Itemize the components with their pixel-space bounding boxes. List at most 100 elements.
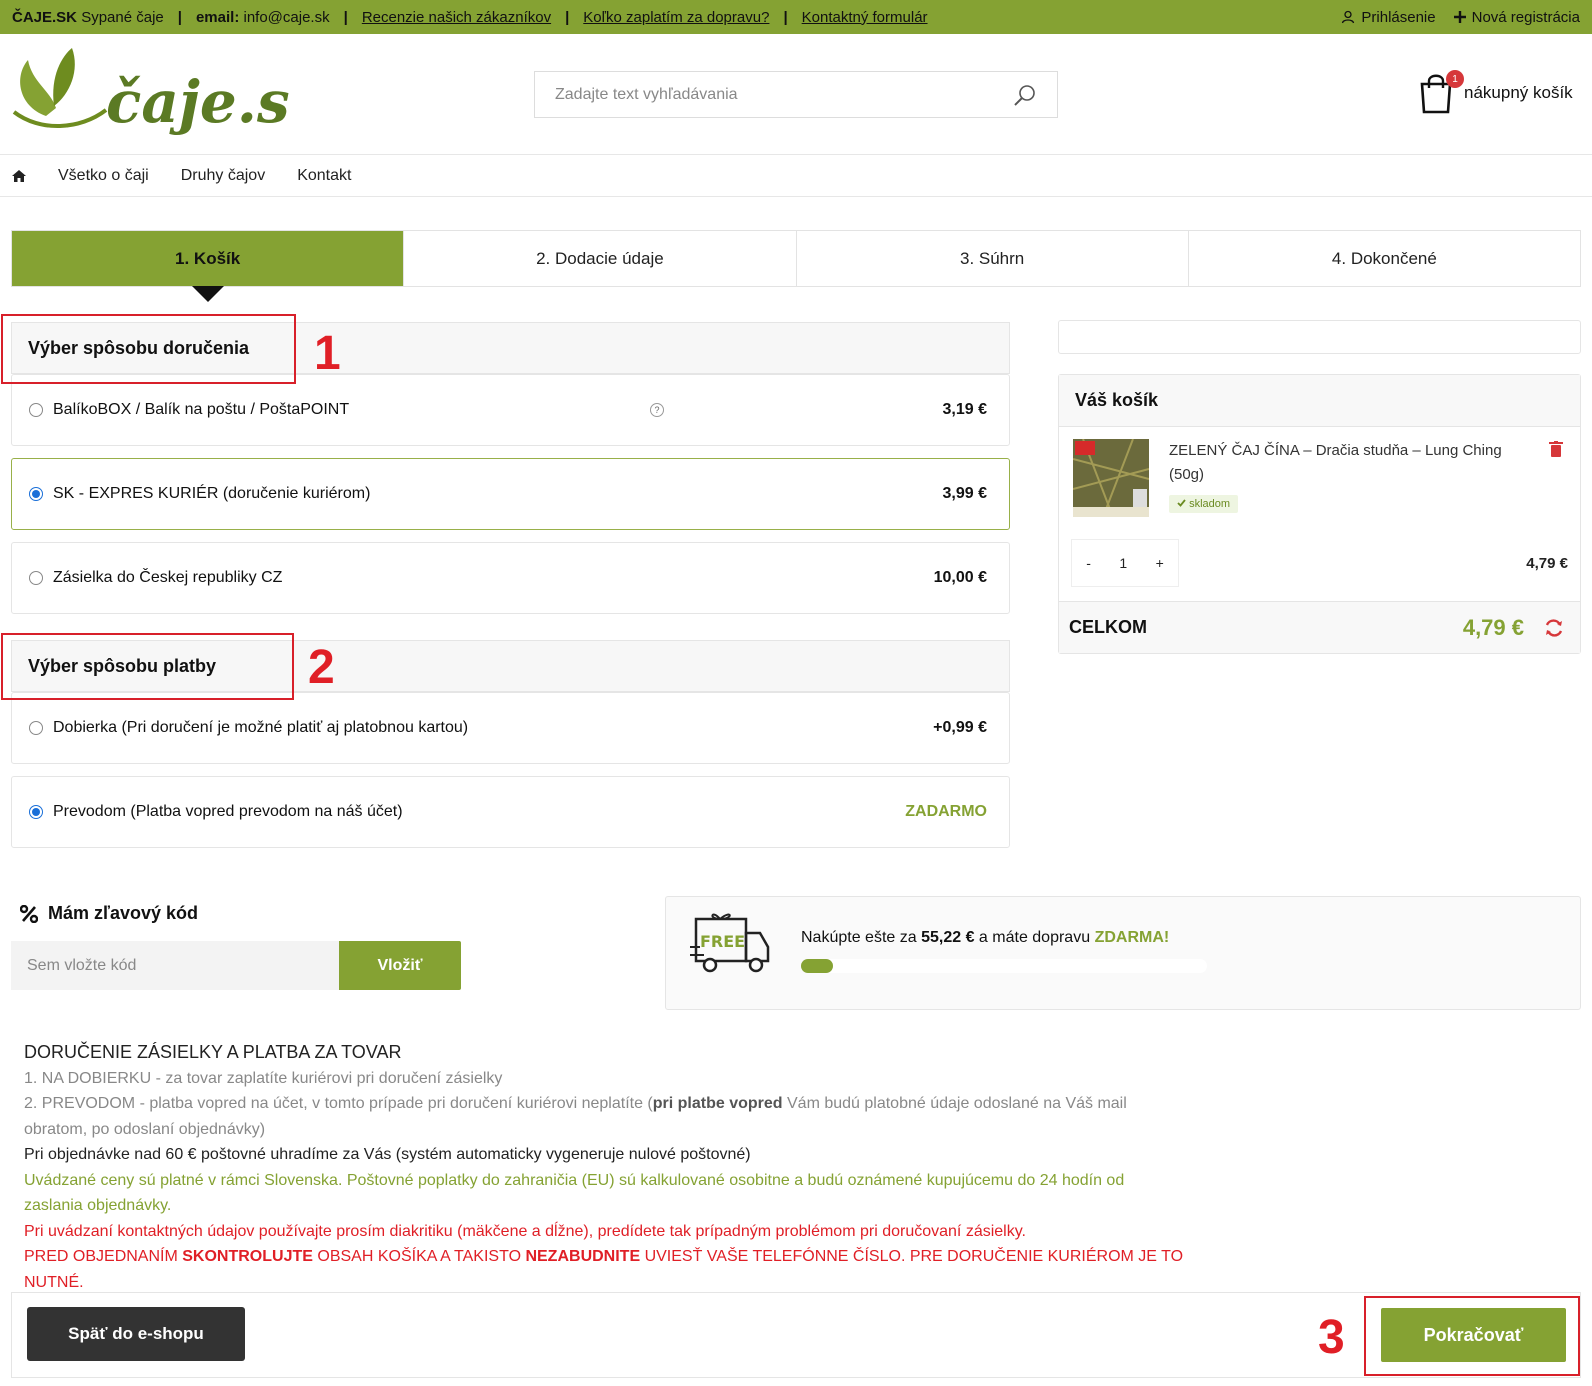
cart-label: nákupný košík: [1464, 83, 1573, 102]
quantity-value[interactable]: 1: [1119, 555, 1127, 571]
link-reviews[interactable]: Recenzie našich zákazníkov: [362, 9, 551, 26]
cart-summary: Váš košík ZELENÝ ČAJ ČÍNA – Dračia studň…: [1058, 374, 1581, 654]
search-icon[interactable]: [1013, 83, 1037, 107]
quantity-increase-button[interactable]: +: [1156, 555, 1164, 571]
free-shipping-box: FREE Nakúpte ešte za 55,22 € a máte dopr…: [665, 896, 1581, 1010]
delivery-option-label: Zásielka do Českej republiky CZ: [53, 569, 283, 586]
info-line-transfer: 2. PREVODOM - platba vopred na účet, v t…: [24, 1095, 1127, 1138]
product-name[interactable]: ZELENÝ ČAJ ČÍNA – Dračia studňa – Lung C…: [1169, 439, 1539, 487]
email-label: email:: [195, 8, 240, 26]
radio-czech[interactable]: [29, 571, 43, 585]
coupon-apply-button[interactable]: Vložiť: [339, 941, 461, 990]
brand-subtitle: Sypané čaje: [81, 8, 164, 26]
coupon-title: Mám zľavový kód: [20, 903, 198, 924]
step-cart[interactable]: 1. Košík: [12, 231, 405, 302]
delivery-option-label: BalíkoBOX / Balík na poštu / PoštaPOINT: [53, 401, 350, 418]
info-line-free-postage: Pri objednávke nad 60 € poštovné uhradím…: [24, 1146, 751, 1163]
delivery-option-price: 3,19 €: [942, 401, 987, 418]
payment-option-cod[interactable]: Dobierka (Pri doručení je možné platiť a…: [11, 692, 1010, 764]
cart-count-badge: 1: [1446, 70, 1464, 88]
stock-label: skladom: [1189, 498, 1231, 510]
top-bar: ČAJE.SK Sypané čaje | email: info@caje.s…: [0, 0, 1592, 34]
register-link[interactable]: Nová registrácia: [1453, 8, 1580, 26]
cart-summary-title: Váš košík: [1059, 375, 1580, 427]
radio-cod[interactable]: [29, 721, 43, 735]
link-contact-form[interactable]: Kontaktný formulár: [802, 9, 928, 26]
main-nav: Všetko o čaji Druhy čajov Kontakt: [0, 154, 1592, 197]
check-icon: [1177, 499, 1186, 507]
nav-item-contact[interactable]: Kontakt: [297, 167, 351, 185]
nav-item-tea-types[interactable]: Druhy čajov: [181, 167, 265, 185]
payment-option-price: ZADARMO: [905, 803, 987, 820]
product-thumbnail[interactable]: [1073, 439, 1149, 517]
search-box[interactable]: Zadajte text vyhľadávania: [534, 71, 1058, 118]
radio-express-courier[interactable]: [29, 487, 43, 501]
coupon-title-text: Mám zľavový kód: [48, 903, 198, 923]
payment-option-transfer[interactable]: Prevodom (Platba vopred prevodom na náš …: [11, 776, 1010, 848]
info-line-prices: Uvádzané ceny sú platné v rámci Slovensk…: [24, 1171, 1125, 1215]
step-summary[interactable]: 3. Súhrn: [797, 231, 1189, 286]
info-line-diacritics: Pri uvádzaní kontaktných údajov používaj…: [24, 1222, 1026, 1240]
free-amount: 55,22 €: [921, 929, 975, 946]
payment-option-label: Dobierka (Pri doručení je možné platiť a…: [53, 719, 469, 736]
back-to-shop-button[interactable]: Späť do e-shopu: [27, 1307, 245, 1361]
free-delivery-truck-icon: FREE: [690, 913, 770, 973]
delivery-option-express-courier[interactable]: SK - EXPRES KURIÉR (doručenie kuriérom) …: [11, 458, 1010, 530]
radio-transfer[interactable]: [29, 805, 43, 819]
radio-balikobox[interactable]: [29, 403, 43, 417]
checkout-steps: 1. Košík 2. Dodacie údaje 3. Súhrn 4. Do…: [11, 230, 1581, 302]
nav-item-about-tea[interactable]: Všetko o čaji: [58, 167, 149, 185]
total-label: CELKOM: [1069, 617, 1147, 637]
step-delivery-details[interactable]: 2. Dodacie údaje: [404, 231, 797, 286]
login-label: Prihlásenie: [1361, 8, 1436, 26]
annotation-number-2: 2: [308, 641, 335, 694]
free-text-middle: a máte dopravu: [978, 929, 1091, 946]
annotation-box-1: [1, 314, 296, 384]
free-text-before: Nakúpte ešte za: [801, 929, 917, 946]
info-line-check-cart: PRED OBJEDNANÍM SKONTROLUJTE OBSAH KOŠÍK…: [24, 1248, 1184, 1291]
delivery-option-label: SK - EXPRES KURIÉR (doručenie kuriérom): [53, 485, 371, 502]
annotation-number-1: 1: [314, 327, 341, 380]
free-truck-label: FREE: [700, 932, 745, 951]
shopping-bag-icon: 1: [1418, 70, 1464, 114]
step-finished[interactable]: 4. Dokončené: [1189, 231, 1580, 286]
help-icon[interactable]: ?: [650, 403, 664, 417]
quantity-stepper: - 1 +: [1071, 539, 1179, 587]
line-price: 4,79 €: [1526, 555, 1568, 572]
trash-icon[interactable]: [1549, 441, 1563, 457]
continue-button[interactable]: Pokračovať: [1381, 1308, 1566, 1362]
brand-name: ČAJE.SK: [12, 8, 78, 26]
cart-top-empty-box: [1058, 320, 1581, 354]
quantity-decrease-button[interactable]: -: [1086, 555, 1091, 571]
register-label: Nová registrácia: [1471, 8, 1580, 26]
info-heading: DORUČENIE ZÁSIELKY A PLATBA ZA TOVAR: [24, 1042, 402, 1062]
plus-icon: [1453, 11, 1466, 23]
delivery-option-price: 10,00 €: [933, 569, 987, 586]
delivery-option-price: 3,99 €: [942, 485, 987, 502]
site-logo[interactable]: čaje.sk: [10, 46, 290, 142]
payment-option-label: Prevodom (Platba vopred prevodom na náš …: [53, 803, 403, 820]
delivery-info: DORUČENIE ZÁSIELKY A PLATBA ZA TOVAR 1. …: [24, 1040, 1184, 1295]
logo-text: čaje.sk: [106, 68, 290, 136]
cart-total-row: CELKOM 4,79 €: [1059, 601, 1580, 653]
login-link[interactable]: Prihlásenie: [1341, 8, 1436, 26]
free-shipping-progress: [801, 959, 1207, 973]
delivery-option-balikobox[interactable]: BalíkoBOX / Balík na poštu / PoštaPOINT …: [11, 374, 1010, 446]
free-shipping-progress-fill: [801, 959, 834, 973]
leaf-icon: [20, 60, 56, 116]
link-shipping-cost[interactable]: Koľko zaplatím za dopravu?: [583, 9, 769, 26]
info-line-cod: 1. NA DOBIERKU - za tovar zaplatíte kuri…: [24, 1069, 503, 1087]
percent-icon: [20, 904, 38, 923]
delivery-option-czech[interactable]: Zásielka do Českej republiky CZ 10,00 €: [11, 542, 1010, 614]
refresh-icon[interactable]: [1544, 618, 1564, 638]
search-input[interactable]: Zadajte text vyhľadávania: [555, 86, 1013, 104]
free-text-end: ZDARMA!: [1094, 929, 1170, 946]
payment-option-price: +0,99 €: [933, 719, 987, 736]
total-value: 4,79 €: [1462, 614, 1524, 640]
user-icon: [1342, 10, 1355, 24]
header-cart[interactable]: 1 nákupný košík: [1418, 70, 1573, 114]
coupon-code-input[interactable]: Sem vložte kód: [11, 941, 339, 990]
home-icon[interactable]: [12, 169, 26, 182]
checkout-actions-bar: [11, 1292, 1581, 1378]
email-address[interactable]: info@caje.sk: [244, 9, 330, 26]
